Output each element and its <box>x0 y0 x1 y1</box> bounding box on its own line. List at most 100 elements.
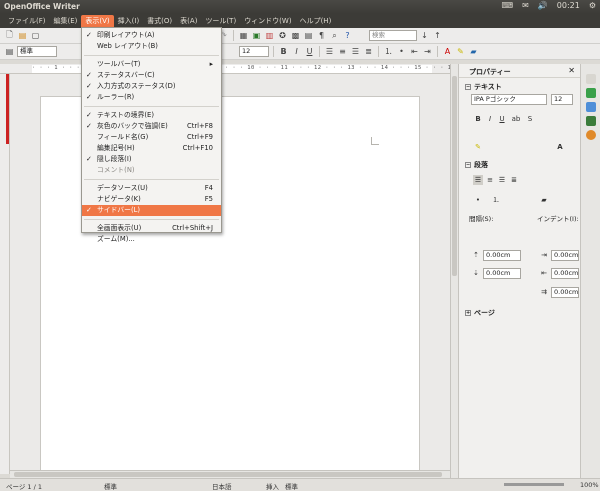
navigator-icon[interactable] <box>586 130 596 140</box>
align-left-icon[interactable]: ☰ <box>324 46 335 57</box>
bullets-icon[interactable]: • <box>473 195 483 205</box>
numbering-icon[interactable]: ⒈ <box>383 46 394 57</box>
horizontal-ruler[interactable]: · · · 1 · · · · · 5 · · · 6 · · · 7 · · … <box>0 64 456 74</box>
vertical-ruler[interactable] <box>0 74 10 474</box>
table-icon[interactable]: ▦ <box>238 30 249 41</box>
first-line-indent-field[interactable]: 0.00cm <box>551 287 579 298</box>
close-icon[interactable]: ✕ <box>568 66 575 75</box>
page-section-title[interactable]: + ページ <box>465 308 495 318</box>
menu-tools[interactable]: ツール(T) <box>201 15 240 28</box>
gallery-icon[interactable] <box>586 116 596 126</box>
find-prev-icon[interactable]: ↑ <box>432 30 443 41</box>
text-section-title[interactable]: − テキスト <box>465 82 502 92</box>
scrollbar-thumb[interactable] <box>452 76 457 276</box>
shadow-icon[interactable]: S <box>525 114 535 124</box>
numbering-icon[interactable]: ⒈ <box>491 195 501 205</box>
indent-before-field[interactable]: 0.00cm <box>551 250 579 261</box>
background-color-icon[interactable]: ▰ <box>468 46 479 57</box>
gallery-icon[interactable]: ▩ <box>290 30 301 41</box>
view-menu-item[interactable]: フィールド名(G) Ctrl+F9 <box>82 132 221 143</box>
menu-table[interactable]: 表(A) <box>176 15 201 28</box>
increase-indent-icon[interactable]: ⇥ <box>422 46 433 57</box>
scrollbar-thumb[interactable] <box>14 472 442 477</box>
background-color-icon[interactable]: ▰ <box>539 195 549 205</box>
font-size-combo[interactable]: 12 <box>239 46 269 57</box>
view-menu-item[interactable]: コメント(N) <box>82 165 221 176</box>
view-menu-item[interactable]: データソース(U) F4 <box>82 183 221 194</box>
open-folder-icon[interactable]: ▤ <box>17 30 28 41</box>
formatting-marks-icon[interactable]: ¶ <box>316 30 327 41</box>
view-menu-item[interactable]: Web レイアウト(B) <box>82 41 221 52</box>
collapse-icon[interactable]: − <box>465 162 471 168</box>
menu-icon[interactable] <box>586 74 596 84</box>
new-document-icon[interactable]: 🗋 <box>4 30 15 41</box>
language[interactable]: 日本語 <box>212 481 232 491</box>
datasource-icon[interactable]: ▤ <box>303 30 314 41</box>
align-right-icon[interactable]: ☰ <box>497 175 507 185</box>
highlight-icon[interactable]: ✎ <box>473 142 483 152</box>
menu-view[interactable]: 表示(V) <box>81 14 114 28</box>
align-left-icon[interactable]: ☰ <box>473 175 483 185</box>
volume-icon[interactable]: 🔊 <box>538 1 548 10</box>
collapse-icon[interactable]: − <box>465 84 471 90</box>
find-next-icon[interactable]: ↓ <box>419 30 430 41</box>
clock[interactable]: 00:21 <box>557 1 580 10</box>
font-color-icon[interactable]: A <box>555 142 565 152</box>
view-menu-item[interactable]: ✓ テキストの境界(E) <box>82 110 221 121</box>
align-center-icon[interactable]: ≡ <box>485 175 495 185</box>
settings-icon[interactable]: ⚙ <box>589 1 596 10</box>
vertical-scrollbar[interactable] <box>450 64 458 478</box>
view-menu-item[interactable]: 全画面表示(U) Ctrl+Shift+J <box>82 223 221 234</box>
horizontal-scrollbar[interactable] <box>10 470 450 478</box>
underline-icon[interactable]: U <box>497 114 507 124</box>
save-icon[interactable]: ▢ <box>30 30 41 41</box>
mail-icon[interactable]: ✉ <box>522 1 529 10</box>
bold-icon[interactable]: B <box>278 46 289 57</box>
bold-icon[interactable]: B <box>473 114 483 124</box>
zoom-icon[interactable]: ⌕ <box>329 30 340 41</box>
italic-icon[interactable]: I <box>291 46 302 57</box>
view-menu-item[interactable]: ズーム(M)... <box>82 234 221 245</box>
zoom-slider[interactable] <box>504 483 564 486</box>
insert-mode[interactable]: 挿入 <box>266 481 279 491</box>
spacing-above-field[interactable]: 0.00cm <box>483 250 521 261</box>
highlight-icon[interactable]: ✎ <box>455 46 466 57</box>
align-right-icon[interactable]: ☰ <box>350 46 361 57</box>
align-center-icon[interactable]: ≡ <box>337 46 348 57</box>
menu-window[interactable]: ウィンドウ(W) <box>240 15 295 28</box>
selection-mode[interactable]: 標準 <box>285 481 298 491</box>
view-menu-item[interactable]: ✓ 印刷レイアウト(A) <box>82 30 221 41</box>
justify-icon[interactable]: ≣ <box>509 175 519 185</box>
view-menu-item[interactable]: ナビゲータ(K) F5 <box>82 194 221 205</box>
menu-format[interactable]: 書式(O) <box>143 15 176 28</box>
menu-help[interactable]: ヘルプ(H) <box>296 15 336 28</box>
document-area[interactable] <box>10 74 450 474</box>
menu-insert[interactable]: 挿入(I) <box>114 15 144 28</box>
help-icon[interactable]: ? <box>342 30 353 41</box>
view-menu-item[interactable]: ✓ 隠し段落(I) <box>82 154 221 165</box>
justify-icon[interactable]: ≣ <box>363 46 374 57</box>
spacing-below-field[interactable]: 0.00cm <box>483 268 521 279</box>
chart-icon[interactable]: ▥ <box>264 30 275 41</box>
paragraph-style-combo[interactable]: 標準 <box>17 46 57 57</box>
view-menu-item[interactable]: 編集記号(H) Ctrl+F10 <box>82 143 221 154</box>
font-color-icon[interactable]: A <box>442 46 453 57</box>
navigator-icon[interactable]: ✪ <box>277 30 288 41</box>
page-style[interactable]: 標準 <box>104 481 117 491</box>
bullets-icon[interactable]: • <box>396 46 407 57</box>
zoom-level[interactable]: 100% <box>580 481 599 489</box>
strikethrough-icon[interactable]: ab <box>511 114 521 124</box>
menu-edit[interactable]: 編集(E) <box>50 15 82 28</box>
expand-icon[interactable]: + <box>465 310 471 316</box>
image-icon[interactable]: ▣ <box>251 30 262 41</box>
keyboard-icon[interactable]: ⌨ <box>502 1 514 10</box>
menu-file[interactable]: ファイル(F) <box>4 15 50 28</box>
view-menu-item[interactable]: ✓ 入力方式のステータス(D) <box>82 81 221 92</box>
font-name-field[interactable]: IPA Pゴシック <box>471 94 547 105</box>
indent-after-field[interactable]: 0.00cm <box>551 268 579 279</box>
styles-icon[interactable]: ▤ <box>4 46 15 57</box>
view-menu-item[interactable]: ✓ ルーラー(R) <box>82 92 221 103</box>
styles-icon[interactable] <box>586 102 596 112</box>
view-menu-item[interactable]: ✓ 灰色のバックで強調(E) Ctrl+F8 <box>82 121 221 132</box>
italic-icon[interactable]: I <box>485 114 495 124</box>
